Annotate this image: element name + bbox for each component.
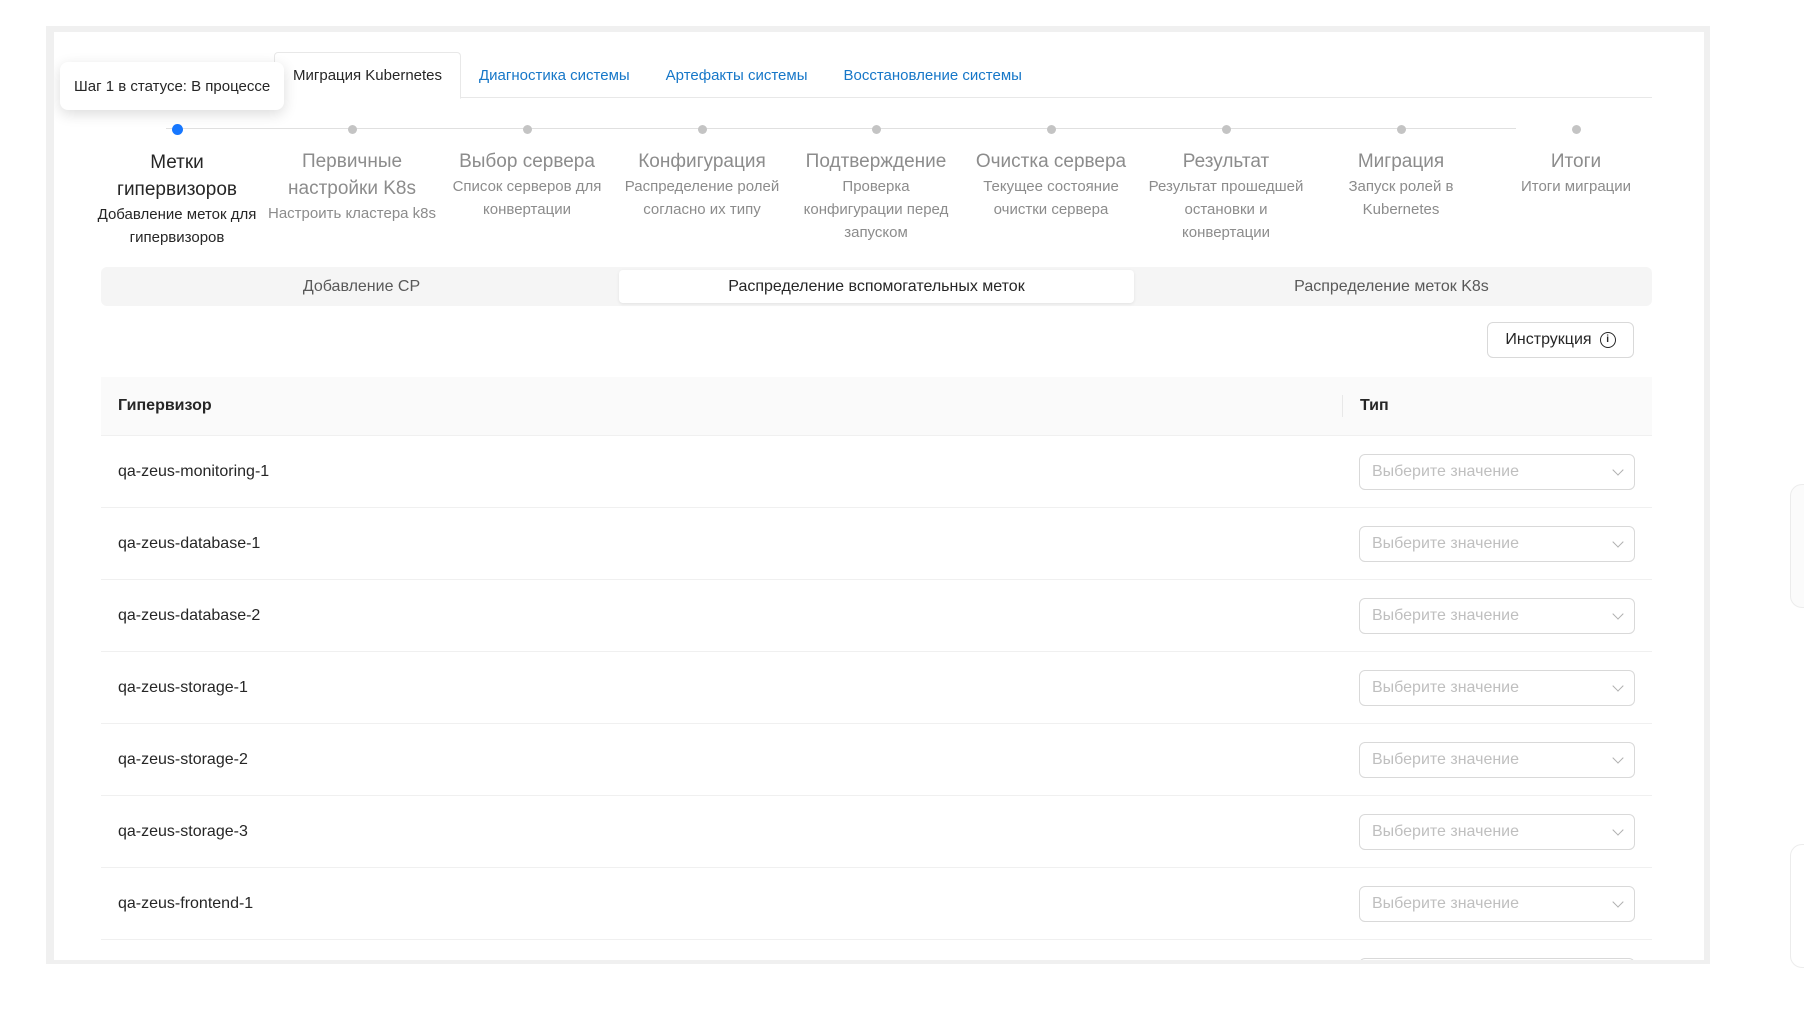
step-9[interactable]: Итоги Итоги миграции xyxy=(1491,122,1661,198)
info-circle-icon: i xyxy=(1599,332,1616,348)
step-4[interactable]: Конфигурация Распределение ролей согласн… xyxy=(617,122,787,221)
migration-panel: Миграция Kubernetes Диагностика системы … xyxy=(54,32,1704,960)
type-select[interactable]: Выберите значение xyxy=(1359,597,1635,634)
step-dot xyxy=(697,125,707,134)
tab-system-restore[interactable]: Восстановление системы xyxy=(825,52,1039,98)
step-dot xyxy=(1571,125,1581,134)
select-placeholder: Выберите значение xyxy=(1372,822,1520,840)
chevron-down-icon xyxy=(1612,535,1624,548)
hypervisor-table: Гипервизор Тип qa-zeus-monitoring-1 Выбе… xyxy=(101,377,1652,960)
type-select[interactable] xyxy=(1359,957,1635,960)
instruction-button[interactable]: Инструкция i xyxy=(1487,322,1634,358)
hypervisor-name: qa-zeus-storage-1 xyxy=(118,678,248,696)
step-2[interactable]: Первичные настройки K8s Настроить класте… xyxy=(267,122,437,225)
step-description: Результат прошедшей остановки и конверта… xyxy=(1148,178,1304,241)
step-title: Результат xyxy=(1182,151,1270,172)
step-6[interactable]: Очистка сервера Текущее состояние очистк… xyxy=(966,122,1136,221)
table-row: qa-zeus-database-1 Выберите значение xyxy=(101,508,1652,580)
step-description: Распределение ролей согласно их типу xyxy=(624,178,780,218)
step-dot xyxy=(1046,125,1056,134)
step-7[interactable]: Результат Результат прошедшей остановки … xyxy=(1141,122,1311,244)
table-header: Гипервизор Тип xyxy=(101,377,1652,436)
side-widget-handle[interactable] xyxy=(1790,484,1804,608)
type-select[interactable]: Выберите значение xyxy=(1359,813,1635,850)
column-header-type: Тип xyxy=(1342,395,1652,417)
select-placeholder: Выберите значение xyxy=(1372,894,1520,912)
step-dot-current xyxy=(171,124,183,135)
instruction-button-label: Инструкция xyxy=(1505,331,1592,348)
step-status-tooltip: Шаг 1 в статусе: В процессе xyxy=(60,62,285,110)
chevron-down-icon xyxy=(1612,463,1624,476)
table-row-partial xyxy=(101,940,1652,960)
step-description: Проверка конфигурации перед запуском xyxy=(803,178,949,241)
table-row: qa-zeus-storage-2 Выберите значение xyxy=(101,724,1652,796)
select-placeholder: Выберите значение xyxy=(1372,678,1520,696)
step-title: Подтверждение xyxy=(805,151,947,172)
segment-k8s-labels[interactable]: Распределение меток K8s xyxy=(1134,270,1649,303)
step-dot xyxy=(1221,125,1231,134)
type-select[interactable]: Выберите значение xyxy=(1359,453,1635,490)
select-placeholder: Выберите значение xyxy=(1372,534,1520,552)
step-description: Итоги миграции xyxy=(1520,178,1632,195)
chevron-down-icon xyxy=(1612,679,1624,692)
type-select[interactable]: Выберите значение xyxy=(1359,885,1635,922)
step-title: Метки гипервизоров xyxy=(117,152,237,200)
hypervisor-name: qa-zeus-monitoring-1 xyxy=(118,462,270,480)
hypervisor-name: qa-zeus-frontend-1 xyxy=(118,894,254,912)
step-description: Текущее состояние очистки сервера xyxy=(983,178,1119,218)
tabs-bar: Миграция Kubernetes Диагностика системы … xyxy=(274,52,1652,99)
side-widget-handle-secondary[interactable] xyxy=(1790,844,1804,968)
step-dot xyxy=(1396,125,1406,134)
step-dot xyxy=(522,125,532,134)
step-title: Миграция xyxy=(1357,151,1445,172)
tab-system-diagnostics[interactable]: Диагностика системы xyxy=(461,52,648,98)
select-placeholder: Выберите значение xyxy=(1372,750,1520,768)
hypervisor-name: qa-zeus-storage-3 xyxy=(118,822,248,840)
step-title: Выбор сервера xyxy=(459,151,595,172)
step-description: Добавление меток для гипервизоров xyxy=(97,206,257,246)
step-8[interactable]: Миграция Запуск ролей в Kubernetes xyxy=(1316,122,1486,221)
tab-system-artifacts[interactable]: Артефакты системы xyxy=(648,52,826,98)
tab-kubernetes-migration[interactable]: Миграция Kubernetes xyxy=(274,52,462,99)
chevron-down-icon xyxy=(1612,895,1624,908)
step-3[interactable]: Выбор сервера Список серверов для конвер… xyxy=(442,122,612,221)
step-title: Итоги xyxy=(1550,151,1602,172)
table-row: qa-zeus-storage-1 Выберите значение xyxy=(101,652,1652,724)
step-1[interactable]: Метки гипервизоров Добавление меток для … xyxy=(92,122,262,249)
column-header-hypervisor: Гипервизор xyxy=(118,397,212,414)
hypervisor-name: qa-zeus-database-1 xyxy=(118,534,261,552)
type-select[interactable]: Выберите значение xyxy=(1359,669,1635,706)
table-row: qa-zeus-monitoring-1 Выберите значение xyxy=(101,436,1652,508)
table-row: qa-zeus-database-2 Выберите значение xyxy=(101,580,1652,652)
segment-add-cp[interactable]: Добавление CP xyxy=(104,270,619,303)
table-row: qa-zeus-storage-3 Выберите значение xyxy=(101,796,1652,868)
step-title: Конфигурация xyxy=(638,151,766,172)
type-select[interactable]: Выберите значение xyxy=(1359,525,1635,562)
label-distribution-switcher: Добавление CP Распределение вспомогатель… xyxy=(101,267,1652,306)
hypervisor-name: qa-zeus-storage-2 xyxy=(118,750,248,768)
step-5[interactable]: Подтверждение Проверка конфигурации пере… xyxy=(791,122,961,244)
step-title: Первичные настройки K8s xyxy=(288,151,416,199)
step-dot xyxy=(871,125,881,134)
table-row: qa-zeus-frontend-1 Выберите значение xyxy=(101,868,1652,940)
step-description: Список серверов для конвертации xyxy=(452,178,602,218)
step-description: Запуск ролей в Kubernetes xyxy=(1348,178,1454,218)
step-title: Очистка сервера xyxy=(975,151,1127,172)
select-placeholder: Выберите значение xyxy=(1372,462,1520,480)
chevron-down-icon xyxy=(1612,823,1624,836)
step-dot xyxy=(347,125,357,134)
select-placeholder: Выберите значение xyxy=(1372,606,1520,624)
chevron-down-icon xyxy=(1612,751,1624,764)
chevron-down-icon xyxy=(1612,607,1624,620)
step-description: Настроить кластера k8s xyxy=(267,205,437,222)
hypervisor-name: qa-zeus-database-2 xyxy=(118,606,261,624)
segment-auxiliary-labels[interactable]: Распределение вспомогательных меток xyxy=(619,270,1134,303)
type-select[interactable]: Выберите значение xyxy=(1359,741,1635,778)
